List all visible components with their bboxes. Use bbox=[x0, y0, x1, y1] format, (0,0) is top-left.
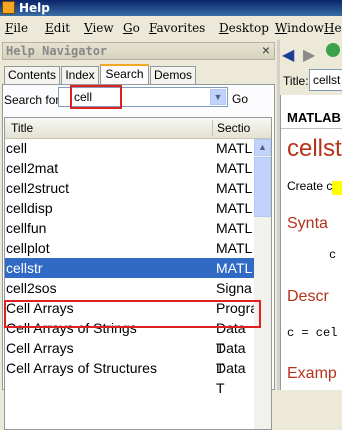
refresh-icon[interactable] bbox=[326, 43, 340, 57]
table-row[interactable]: cell2struct MATL bbox=[5, 178, 254, 198]
menu-favorites[interactable]: Favorites bbox=[149, 21, 205, 35]
tab-search[interactable]: Search bbox=[100, 64, 149, 85]
row-title: Cell Arrays of Structures bbox=[6, 360, 157, 376]
help-document: MATLAB cellst Create c Synta c Descr c =… bbox=[280, 95, 342, 390]
summary-text: Create c bbox=[287, 179, 333, 193]
menu-go[interactable]: Go bbox=[123, 21, 140, 35]
row-section: MATL bbox=[216, 140, 253, 156]
description-code: c = cel bbox=[287, 326, 338, 340]
divider bbox=[281, 128, 342, 129]
table-row[interactable]: cell2mat MATL bbox=[5, 158, 254, 178]
navigator-tabs: Contents Index Search Demos bbox=[2, 64, 275, 85]
tab-contents[interactable]: Contents bbox=[4, 66, 60, 84]
table-row[interactable]: Cell Arrays of Structures Data T bbox=[5, 358, 254, 396]
function-name: cellst bbox=[287, 135, 342, 162]
row-section: MATL bbox=[216, 160, 253, 176]
highlight-box-selected-row bbox=[4, 300, 261, 328]
forward-arrow-icon[interactable]: ▶ bbox=[303, 45, 315, 65]
table-row[interactable]: cell2sos Signa bbox=[5, 278, 254, 298]
table-row[interactable]: cellplot MATL bbox=[5, 238, 254, 258]
syntax-heading: Synta bbox=[287, 215, 328, 232]
window-title: Help bbox=[19, 1, 50, 15]
title-label: Title: bbox=[283, 74, 309, 88]
vertical-scrollbar[interactable]: ▲ bbox=[254, 139, 271, 429]
navigator-header: Help Navigator × bbox=[2, 42, 275, 60]
help-viewer-panel: ◀ ▶ Title: cellst MATLAB cellst Create c… bbox=[280, 40, 342, 390]
back-arrow-icon[interactable]: ◀ bbox=[282, 45, 294, 65]
search-results-table: Title Sectio cell MATL cell2mat MATL cell2… bbox=[4, 117, 272, 430]
scroll-thumb[interactable] bbox=[254, 157, 271, 217]
tab-index[interactable]: Index bbox=[61, 66, 99, 84]
menu-help[interactable]: Help bbox=[324, 21, 342, 35]
column-header-title[interactable]: Title bbox=[11, 121, 33, 135]
table-row[interactable]: cellfun MATL bbox=[5, 218, 254, 238]
help-navigator-panel: Help Navigator × Contents Index Search D… bbox=[0, 40, 277, 430]
row-title: cellstr bbox=[6, 260, 43, 276]
syntax-code: c bbox=[329, 248, 337, 262]
table-row[interactable]: Cell Arrays Data T bbox=[5, 338, 254, 376]
row-title: celldisp bbox=[6, 200, 53, 216]
menu-edit[interactable]: Edit bbox=[45, 21, 70, 35]
row-section: MATL bbox=[216, 260, 253, 276]
menu-window[interactable]: Window bbox=[275, 21, 324, 35]
title-value: cellst bbox=[313, 73, 341, 87]
menu-bar: File Edit View Go Favorites Desktop Wind… bbox=[0, 16, 342, 41]
row-title: cellfun bbox=[6, 220, 47, 236]
description-heading: Descr bbox=[287, 288, 329, 305]
table-row[interactable]: cell MATL bbox=[5, 138, 254, 158]
menu-view[interactable]: View bbox=[84, 21, 114, 35]
menu-desktop[interactable]: Desktop bbox=[219, 21, 269, 35]
table-row[interactable]: celldisp MATL bbox=[5, 198, 254, 218]
row-section: MATL bbox=[216, 240, 253, 256]
navigator-title: Help Navigator bbox=[6, 44, 108, 58]
row-section: MATL bbox=[216, 180, 253, 196]
row-title: cellplot bbox=[6, 240, 50, 256]
row-section: MATL bbox=[216, 220, 253, 236]
row-title: cell bbox=[6, 140, 28, 156]
column-separator bbox=[212, 120, 213, 136]
title-field[interactable]: cellst bbox=[309, 69, 342, 91]
row-title: cell2sos bbox=[6, 280, 57, 296]
product-name: MATLAB bbox=[287, 110, 341, 125]
row-title: cell2mat bbox=[6, 160, 59, 176]
help-app-icon bbox=[2, 1, 15, 14]
table-row-selected[interactable]: cellstr MATL bbox=[5, 258, 254, 278]
close-icon[interactable]: × bbox=[262, 42, 270, 58]
menu-file[interactable]: File bbox=[5, 21, 28, 35]
row-title: cell2struct bbox=[6, 180, 70, 196]
highlight-box-search bbox=[70, 85, 122, 109]
tab-demos[interactable]: Demos bbox=[150, 66, 196, 84]
row-section: Data T bbox=[216, 360, 246, 396]
row-section: MATL bbox=[216, 200, 253, 216]
examples-heading: Examp bbox=[287, 365, 337, 382]
go-button[interactable]: Go bbox=[232, 92, 248, 106]
table-header: Title Sectio bbox=[5, 118, 271, 139]
row-title: Cell Arrays bbox=[6, 340, 74, 356]
row-section: Signa bbox=[216, 280, 252, 296]
search-term-highlight bbox=[332, 181, 342, 195]
column-header-section[interactable]: Sectio bbox=[217, 121, 250, 135]
search-for-label: Search for: bbox=[4, 93, 63, 107]
scroll-up-icon[interactable]: ▲ bbox=[254, 139, 271, 156]
chevron-down-icon[interactable]: ▼ bbox=[210, 89, 226, 105]
window-title-bar: Help bbox=[0, 0, 342, 16]
